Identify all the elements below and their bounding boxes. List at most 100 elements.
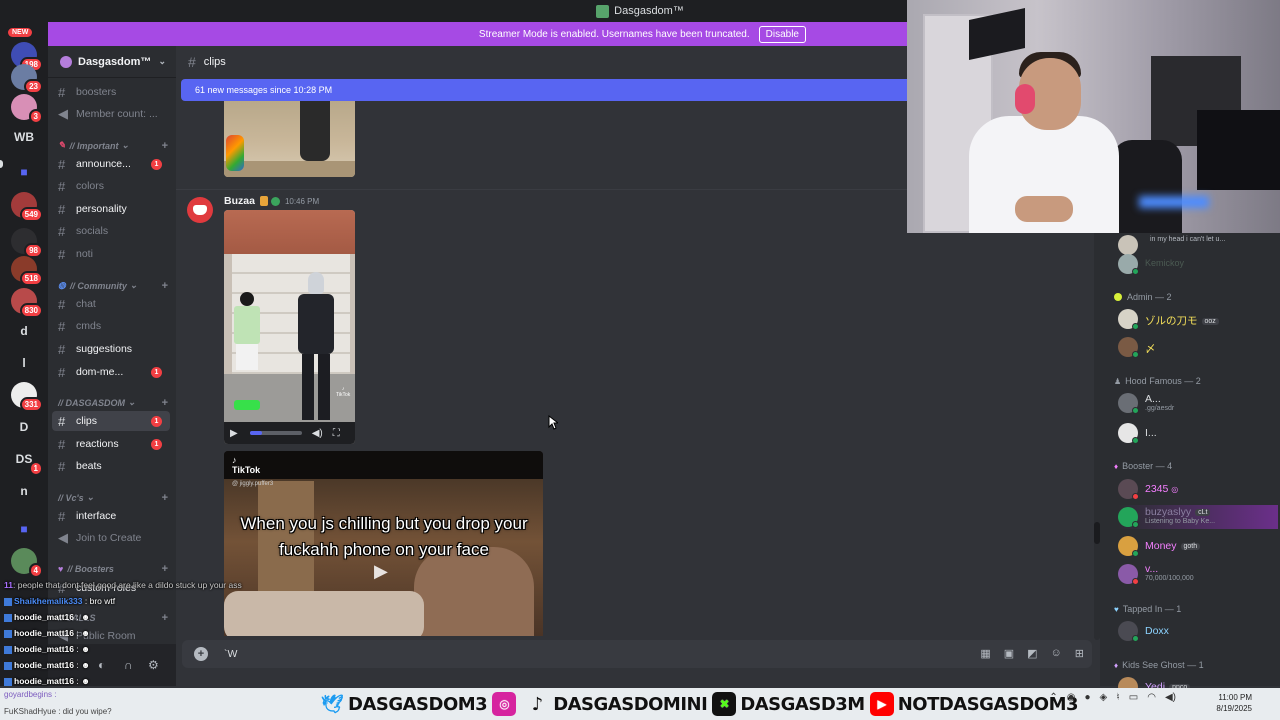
folder-icon[interactable]: ■ — [11, 516, 37, 542]
channel-boosters[interactable]: # boosters — [52, 82, 170, 102]
server-badge: 4 — [28, 563, 43, 578]
apps-icon[interactable]: ⊞ — [1075, 647, 1084, 660]
server-icon[interactable]: D — [11, 414, 37, 440]
category-important[interactable]: ✎// Important ⌄ + — [58, 140, 168, 152]
new-badge: NEW — [8, 28, 33, 37]
category-dasgasdom[interactable]: // DASGASDOM ⌄ + — [58, 397, 168, 409]
group-title: Booster — 4 — [1122, 461, 1173, 471]
server-icon[interactable]: DS 1 — [11, 446, 43, 476]
channel-cmds[interactable]: # cmds — [52, 316, 170, 336]
booster-icon: ♦ — [1114, 461, 1119, 471]
taskbar-clock[interactable]: 11:00 PM 8/19/2025 — [1216, 692, 1252, 714]
sticker-icon[interactable]: ◩ — [1027, 647, 1037, 660]
member-item[interactable]: Doxx — [1118, 619, 1278, 643]
member-item[interactable]: A... .gg/aesdr — [1118, 391, 1278, 415]
server-icon[interactable]: 518 — [11, 256, 43, 286]
server-icon[interactable]: 98 — [11, 228, 43, 258]
chevron-down-icon: ⌄ — [121, 140, 130, 150]
mic-icon[interactable]: ♮ — [1116, 692, 1120, 703]
volume-icon[interactable]: ◀) — [312, 428, 323, 439]
tray-app-icon[interactable]: ◈ — [1100, 692, 1108, 703]
previous-message-image[interactable] — [224, 101, 355, 177]
play-icon[interactable]: ▶ — [374, 561, 388, 582]
server-icon[interactable]: 830 — [11, 288, 43, 318]
member-item[interactable]: Kemickoy — [1118, 252, 1278, 276]
channel-clips[interactable]: # clips 1 — [52, 411, 170, 431]
server-icon[interactable]: l — [11, 350, 37, 376]
channel-beats[interactable]: # beats — [52, 456, 170, 476]
online-status-icon — [1132, 351, 1139, 358]
avatar[interactable] — [187, 197, 213, 223]
monitor-icon[interactable]: ▭ — [1129, 692, 1138, 703]
video-kid — [232, 292, 262, 410]
category-community[interactable]: ◍// Community ⌄ + — [58, 280, 168, 292]
server-icon[interactable]: 549 — [11, 192, 43, 222]
wifi-icon[interactable]: ◠ — [1147, 692, 1156, 703]
emoji-icon[interactable]: ☺ — [1051, 647, 1062, 660]
category-vcs[interactable]: // Vc's ⌄ + — [58, 492, 168, 504]
video-attachment[interactable]: ♪ TikTok ▶ ◀) ⛶ — [224, 210, 355, 444]
add-channel-icon[interactable]: + — [162, 140, 168, 152]
message-author[interactable]: Buzaa — [224, 195, 255, 207]
add-channel-icon[interactable]: + — [162, 492, 168, 504]
server-icon[interactable]: 3 — [11, 94, 43, 124]
headphones-icon[interactable]: ∩ — [124, 658, 133, 672]
video-attachment-2[interactable]: ♪ TikTok @ jiggly.puffer3 When you js chi… — [224, 451, 543, 636]
badge-icon — [4, 645, 12, 654]
badge-icon — [4, 629, 12, 638]
gif-icon[interactable]: ▣ — [1004, 647, 1014, 660]
add-channel-icon[interactable]: + — [162, 612, 168, 624]
channel-noti[interactable]: # noti — [52, 244, 170, 264]
disable-button[interactable]: Disable — [758, 25, 806, 43]
channel-member-count[interactable]: ◀ Member count: ... — [52, 104, 170, 124]
mic-icon[interactable]: ◐ — [98, 658, 105, 672]
member-item[interactable]: v... 70,000/100,000 — [1118, 562, 1278, 586]
server-icon[interactable]: 331 — [11, 382, 43, 412]
member-item[interactable]: 2345 ◎ — [1118, 477, 1278, 501]
server-icon[interactable]: 4 — [11, 548, 43, 578]
gift-icon[interactable]: ▦ — [980, 647, 990, 660]
channel-chat[interactable]: # chat — [52, 294, 170, 314]
channel-colors[interactable]: # colors — [52, 176, 170, 196]
input-toolbar: ▦ ▣ ◩ ☺ ⊞ — [980, 647, 1084, 660]
channel-interface[interactable]: # interface — [52, 506, 170, 526]
member-item[interactable]: I... — [1118, 421, 1278, 445]
add-attachment-icon[interactable]: + — [194, 647, 208, 661]
server-icon[interactable]: d — [11, 318, 37, 344]
server-header[interactable]: Dasgasdom™ ⌄ — [48, 46, 176, 78]
category-label: // Boosters — [67, 564, 114, 574]
member-item[interactable]: 〆 — [1118, 335, 1278, 359]
category-boosters[interactable]: ♥// Boosters + — [58, 563, 168, 575]
server-icon[interactable]: 23 — [11, 64, 43, 94]
overlay-chat-line: 11: people that dont feel good are like … — [4, 580, 242, 590]
play-icon[interactable]: ▶ — [230, 428, 238, 439]
member-item[interactable]: ゾルの刀モ ooz — [1118, 307, 1278, 331]
tray-app-icon[interactable]: ● — [1084, 692, 1090, 703]
server-icon[interactable]: n — [11, 478, 37, 504]
channel-suggestions[interactable]: # suggestions — [52, 339, 170, 359]
settings-gear-icon[interactable]: ⚙ — [148, 658, 159, 672]
fullscreen-icon[interactable]: ⛶ — [333, 428, 340, 439]
add-channel-icon[interactable]: + — [162, 280, 168, 292]
server-icon[interactable]: WB — [11, 124, 37, 150]
new-messages-bar[interactable]: 61 new messages since 10:28 PM — [181, 79, 908, 101]
chevron-up-icon[interactable]: ⌃ — [1049, 692, 1057, 703]
channel-dom-me[interactable]: # dom-me... 1 — [52, 362, 170, 382]
channel-socials[interactable]: # socials — [52, 221, 170, 241]
webcam-monitor — [1197, 110, 1280, 190]
badge-icon — [4, 677, 12, 686]
channel-announcements[interactable]: # announce... 1 — [52, 154, 170, 174]
message-input[interactable]: + `W ▦ ▣ ◩ ☺ ⊞ — [182, 640, 1092, 668]
member-item[interactable]: buzyaslyy cLt Listening to Baby Ke... — [1118, 505, 1278, 529]
tray-app-icon[interactable]: ◉ — [1067, 692, 1076, 703]
emote-icon: ☻ — [81, 676, 91, 686]
volume-icon[interactable]: ◀) — [1165, 692, 1176, 703]
channel-reactions[interactable]: # reactions 1 — [52, 434, 170, 454]
channel-join-to-create[interactable]: ◀ Join to Create — [52, 528, 170, 548]
folder-icon[interactable]: ■ — [11, 159, 37, 185]
channel-personality[interactable]: # personality — [52, 199, 170, 219]
video-progress-bar[interactable] — [249, 431, 302, 435]
member-item[interactable]: Money goth — [1118, 534, 1278, 558]
add-channel-icon[interactable]: + — [162, 563, 168, 575]
add-channel-icon[interactable]: + — [162, 397, 168, 409]
